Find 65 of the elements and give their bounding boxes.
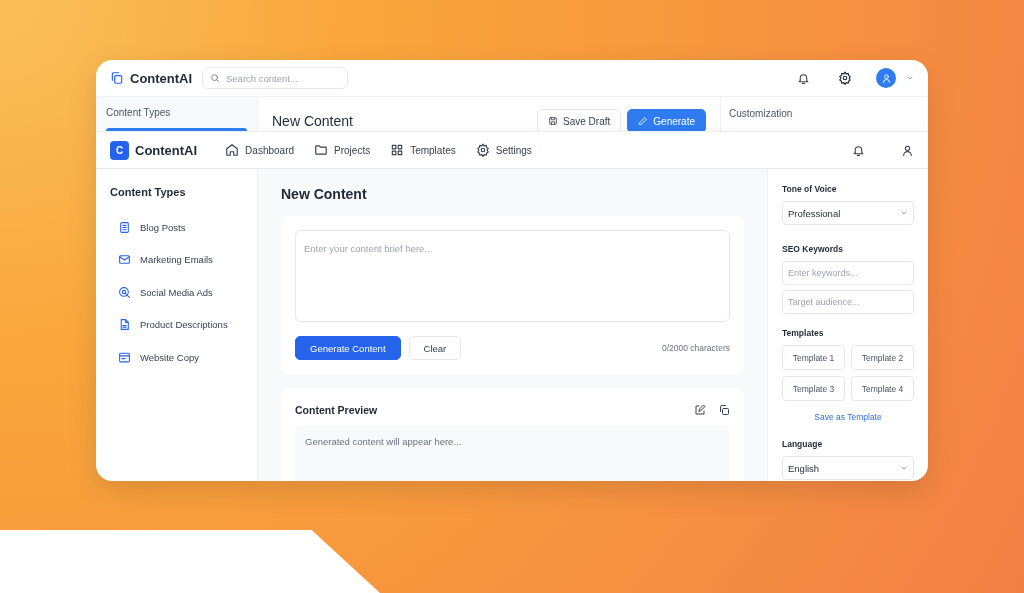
copy-icon <box>718 404 730 416</box>
template-button[interactable]: Template 2 <box>851 345 914 370</box>
clear-button[interactable]: Clear <box>408 336 462 360</box>
bell-icon <box>797 71 810 85</box>
character-counter: 0/2000 characters <box>661 343 730 353</box>
chevron-down-icon <box>906 74 914 82</box>
document-icon <box>118 220 131 234</box>
sidebar-title: Content Types <box>110 186 187 198</box>
output-field[interactable]: Generated content will appear here... <box>295 426 730 481</box>
text-field[interactable]: Target audience... <box>782 290 914 314</box>
chevron-down-icon <box>900 209 908 217</box>
preview-title: Content Preview <box>295 404 379 416</box>
tone-select[interactable]: Professional <box>782 201 914 225</box>
field-label: Templates <box>782 328 825 338</box>
person-icon <box>901 143 914 157</box>
generate-content-button[interactable]: Generate Content <box>295 336 401 360</box>
folder-icon <box>314 143 329 157</box>
template-button[interactable]: Template 3 <box>782 376 845 401</box>
sidebar-item[interactable]: Blog Posts <box>140 221 186 233</box>
save-draft-button[interactable]: Save Draft <box>537 109 622 131</box>
settings-icon <box>475 143 490 157</box>
generate-button[interactable]: Generate <box>627 109 706 131</box>
field-label: Tone of Voice <box>782 184 838 194</box>
sidebar-title: Content Types <box>106 107 172 118</box>
text-field[interactable]: Enter keywords... <box>782 261 914 285</box>
home-icon <box>225 143 240 157</box>
file-icon <box>118 318 131 332</box>
target-icon <box>118 285 131 299</box>
search-field[interactable]: Search content... <box>202 67 348 89</box>
edit-button[interactable] <box>694 404 706 416</box>
brief-field[interactable]: Enter your content brief here... <box>295 230 730 322</box>
save-template-link[interactable]: Save as Template <box>808 411 888 423</box>
brand-name: ContentAI <box>130 70 193 86</box>
template-button[interactable]: Template 1 <box>782 345 845 370</box>
search-icon <box>210 73 220 83</box>
sidebar-item[interactable]: Website Copy <box>140 351 199 363</box>
sidebar-item[interactable]: Product Descriptions <box>140 319 228 331</box>
template-button[interactable]: Template 4 <box>851 376 914 401</box>
mail-icon <box>118 253 131 267</box>
page-title: New Content <box>272 113 354 131</box>
grid-icon <box>390 143 405 157</box>
bell-icon <box>852 143 865 157</box>
sidebar-item[interactable]: Marketing Emails <box>140 254 213 266</box>
nav-link[interactable]: Projects <box>312 140 373 160</box>
logo: C <box>110 140 129 160</box>
nav-link[interactable]: Settings <box>473 140 534 160</box>
nav-link[interactable]: Dashboard <box>223 140 297 160</box>
language-select[interactable]: English <box>782 456 914 480</box>
field-label: SEO Keywords <box>782 244 844 254</box>
panel-title: Customization <box>729 108 793 119</box>
page-title: New Content <box>281 186 368 202</box>
settings-icon <box>838 71 852 85</box>
field-label: Language <box>782 439 824 449</box>
browser-icon <box>118 350 131 364</box>
avatar[interactable] <box>876 68 896 88</box>
copy-button[interactable] <box>718 404 730 416</box>
edit-icon <box>694 404 706 416</box>
chevron-down-icon <box>900 464 908 472</box>
sidebar-item[interactable]: Social Media Ads <box>140 286 213 298</box>
save-icon <box>548 116 559 126</box>
person-icon <box>880 72 892 84</box>
edit-icon <box>638 116 649 126</box>
nav-link[interactable]: Templates <box>388 140 458 160</box>
copy-icon <box>110 71 124 85</box>
brand-name: ContentAI <box>135 142 198 158</box>
